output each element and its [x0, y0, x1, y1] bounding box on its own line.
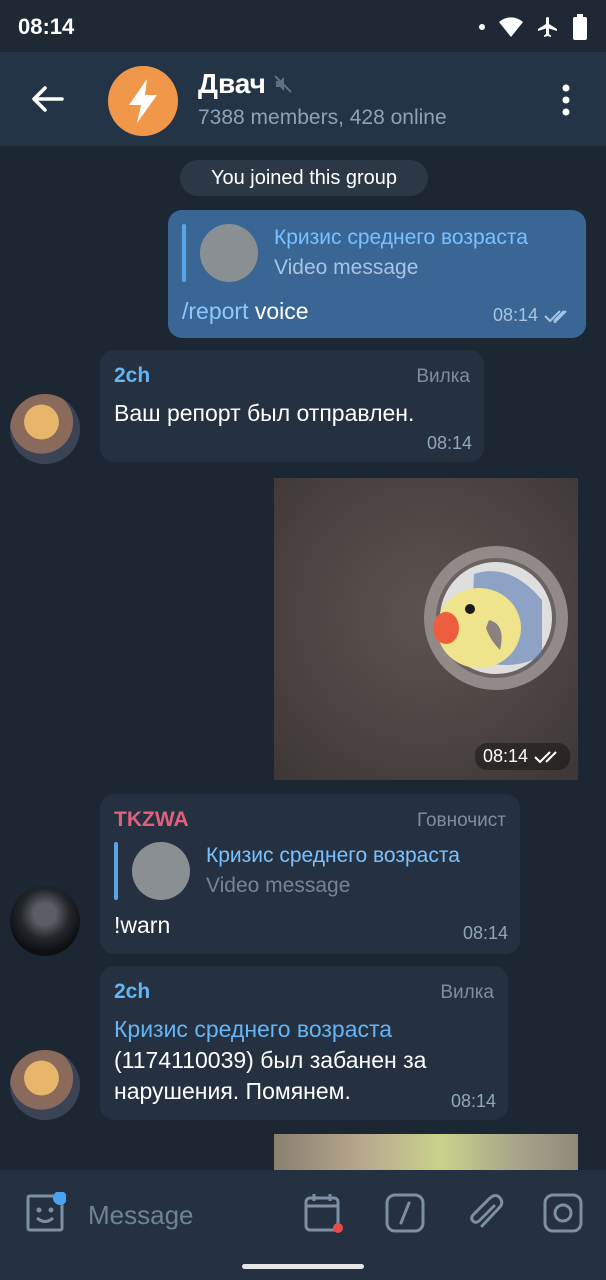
home-indicator[interactable] — [242, 1264, 364, 1269]
video-message-media-partial[interactable] — [274, 1134, 578, 1170]
message-line: нарушения. Помянем. — [114, 1078, 351, 1104]
airplane-icon — [538, 17, 557, 37]
battery-icon — [573, 14, 587, 40]
reply-thumbnail — [200, 224, 258, 282]
attach-button[interactable] — [464, 1192, 504, 1232]
reply-preview[interactable]: Кризис среднего возраста Video message — [182, 224, 528, 282]
notification-dot-icon — [479, 24, 485, 30]
message-time: 08:14 — [450, 1091, 496, 1111]
more-options-icon[interactable] — [556, 82, 576, 118]
outgoing-message[interactable]: Кризис среднего возраста Video message /… — [168, 210, 586, 338]
slash-command-icon — [385, 1193, 425, 1233]
message-time: 08:14 — [462, 923, 508, 943]
sticker-button[interactable] — [24, 1191, 67, 1232]
media-meta: 08:14 — [474, 743, 570, 770]
message-time: 08:14 — [492, 305, 538, 325]
mute-icon — [274, 75, 292, 93]
cockatiel-in-tube-image — [424, 546, 568, 690]
chat-title-row[interactable]: Двач — [198, 68, 292, 100]
message-meta: 08:14 — [493, 305, 572, 326]
back-arrow-icon[interactable] — [30, 84, 64, 114]
sender-name[interactable]: TKZWA — [114, 808, 189, 832]
calendar-icon — [304, 1194, 343, 1233]
double-check-icon — [544, 309, 567, 323]
sender-role: Вилка — [416, 366, 470, 387]
lightning-icon — [129, 79, 157, 123]
message-body: voice — [254, 298, 309, 324]
chat-header: Двач 7388 members, 428 online — [0, 52, 606, 146]
incoming-message[interactable]: 2ch Вилка Кризис среднего возраста (1174… — [100, 966, 508, 1120]
service-message: You joined this group — [180, 160, 428, 196]
schedule-button[interactable] — [302, 1192, 343, 1233]
incoming-message[interactable]: 2ch Вилка Ваш репорт был отправлен. 08:1… — [100, 350, 484, 462]
message-line: (1174110039) был забанен за — [114, 1047, 427, 1073]
message-time: 08:14 — [426, 433, 472, 453]
status-icons — [478, 14, 588, 40]
message-text: Кризис среднего возраста (1174110039) бы… — [114, 1014, 494, 1107]
sticker-icon — [26, 1191, 67, 1232]
avatar-2ch[interactable] — [10, 394, 80, 464]
double-check-icon — [534, 750, 557, 763]
status-time: 08:14 — [18, 14, 75, 39]
user-mention-link[interactable]: Кризис среднего возраста — [114, 1014, 494, 1045]
reply-thumbnail — [132, 842, 190, 900]
sender-role: Говночист — [416, 810, 506, 831]
sender-name[interactable]: 2ch — [114, 980, 150, 1004]
reply-text: Video message — [274, 256, 419, 279]
camera-button[interactable] — [542, 1192, 583, 1233]
reply-bar — [114, 842, 118, 900]
chat-area[interactable]: You joined this group Кризис среднего во… — [0, 146, 606, 1170]
command-link[interactable]: /report — [182, 298, 248, 324]
reply-author: Кризис среднего возраста — [206, 844, 460, 867]
chat-subtitle: 7388 members, 428 online — [198, 106, 447, 129]
group-avatar[interactable] — [108, 66, 178, 136]
sender-role: Вилка — [440, 982, 494, 1003]
sender-name[interactable]: 2ch — [114, 364, 150, 388]
video-message-media[interactable]: 08:14 — [274, 478, 578, 780]
avatar-2ch[interactable] — [10, 1050, 80, 1120]
message-text: Ваш репорт был отправлен. — [114, 400, 415, 426]
message-input[interactable]: Message — [88, 1200, 194, 1231]
reply-author: Кризис среднего возраста — [274, 226, 528, 249]
incoming-message[interactable]: TKZWA Говночист Кризис среднего возраста… — [100, 794, 520, 954]
chat-title: Двач — [198, 68, 266, 99]
wifi-icon — [499, 17, 523, 37]
message-time: 08:14 — [482, 746, 528, 766]
paperclip-icon — [470, 1194, 504, 1228]
avatar-tkzwa[interactable] — [10, 886, 80, 956]
reply-text: Video message — [206, 874, 351, 897]
message-text: /report voice — [182, 296, 309, 327]
message-text: !warn — [114, 912, 171, 938]
camera-icon — [543, 1193, 583, 1233]
bot-commands-button[interactable] — [384, 1192, 425, 1233]
reply-bar — [182, 224, 186, 282]
status-bar: 08:14 — [0, 0, 606, 52]
reply-preview[interactable]: Кризис среднего возраста Video message — [114, 842, 460, 900]
